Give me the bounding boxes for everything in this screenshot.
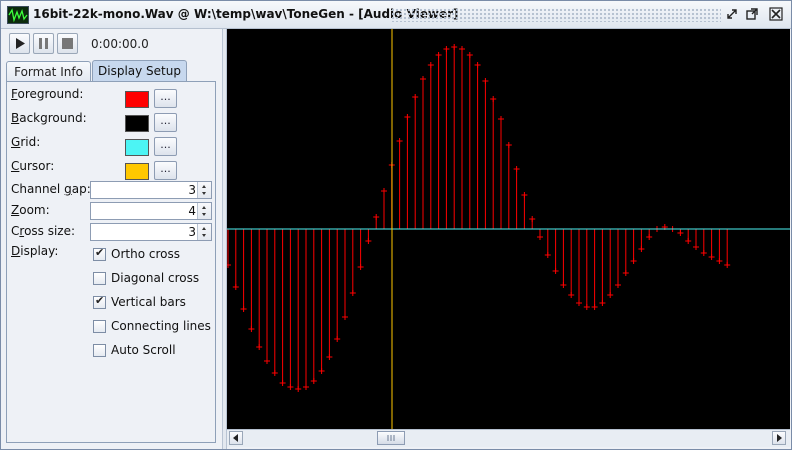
grid-label: Grid: [11,135,41,149]
pause-icon [39,38,48,49]
spinner-arrows-icon[interactable] [197,203,211,219]
display-setup-panel: Foreground: ... Background: ... Grid: ..… [6,81,216,443]
scroll-right-icon[interactable] [772,431,786,445]
zoom-label: Zoom: [11,203,50,217]
cursor-label: Cursor: [11,159,55,173]
ortho-cross-label[interactable]: Ortho cross [111,247,180,261]
auto-scroll-label[interactable]: Auto Scroll [111,343,176,357]
tab-strip: Format Info Display Setup [6,60,216,82]
play-button[interactable] [9,33,30,54]
stop-icon [62,38,73,49]
title-bar[interactable]: 16bit-22k-mono.Wav @ W:\temp\wav\ToneGen… [1,1,791,29]
connecting-lines-checkbox[interactable] [93,320,106,333]
auto-scroll-checkbox[interactable] [93,344,106,357]
control-panel: 0:00:00.0 Format Info Display Setup Fore… [1,29,222,449]
background-label: Background: [11,111,87,125]
ortho-cross-checkbox[interactable]: ✔ [93,246,106,261]
connecting-lines-label[interactable]: Connecting lines [111,319,211,333]
grid-color-swatch [125,139,149,156]
background-color-button[interactable]: ... [154,113,177,132]
zoom-spinner[interactable]: 4 [90,202,212,220]
spinner-arrows-icon[interactable] [197,182,211,198]
channel-gap-value: 3 [188,183,196,197]
app-icon [7,6,29,24]
foreground-color-button[interactable]: ... [154,89,177,108]
foreground-label: Foreground: [11,87,84,101]
playback-time: 0:00:00.0 [91,37,149,51]
tab-display-setup[interactable]: Display Setup [92,60,187,82]
zoom-value: 4 [188,204,196,218]
cross-size-value: 3 [188,225,196,239]
diagonal-cross-checkbox[interactable] [93,272,106,285]
horizontal-scrollbar[interactable] [227,429,790,447]
cursor-color-button[interactable]: ... [154,161,177,180]
foreground-color-swatch [125,91,149,108]
tab-format-info[interactable]: Format Info [6,61,91,81]
cursor-color-swatch [125,163,149,180]
maximize-icon[interactable] [745,7,759,21]
cross-size-spinner[interactable]: 3 [90,223,212,241]
play-icon [16,38,25,49]
vertical-bars-label[interactable]: Vertical bars [111,295,186,309]
display-label: Display: [11,244,59,258]
scrollbar-thumb[interactable] [377,431,405,445]
transport-toolbar: 0:00:00.0 [6,32,220,56]
grid-color-button[interactable]: ... [154,137,177,156]
waveform-plot [225,29,790,429]
spinner-arrows-icon[interactable] [197,224,211,240]
channel-gap-label: Channel gap: [11,182,91,196]
stop-button[interactable] [57,33,78,54]
diagonal-cross-label[interactable]: Diagonal cross [111,271,199,285]
audio-viewer-window: 16bit-22k-mono.Wav @ W:\temp\wav\ToneGen… [0,0,792,450]
checkmark-icon: ✔ [95,246,105,259]
checkmark-icon: ✔ [95,294,105,307]
close-icon[interactable] [769,7,783,21]
channel-gap-spinner[interactable]: 3 [90,181,212,199]
background-color-swatch [125,115,149,132]
vertical-bars-checkbox[interactable]: ✔ [93,294,106,309]
waveform-viewer[interactable] [225,29,790,429]
scroll-left-icon[interactable] [229,431,243,445]
cross-size-label: Cross size: [11,224,76,238]
title-bar-grip [391,8,721,22]
minimize-icon[interactable] [725,7,739,21]
pause-button[interactable] [33,33,54,54]
